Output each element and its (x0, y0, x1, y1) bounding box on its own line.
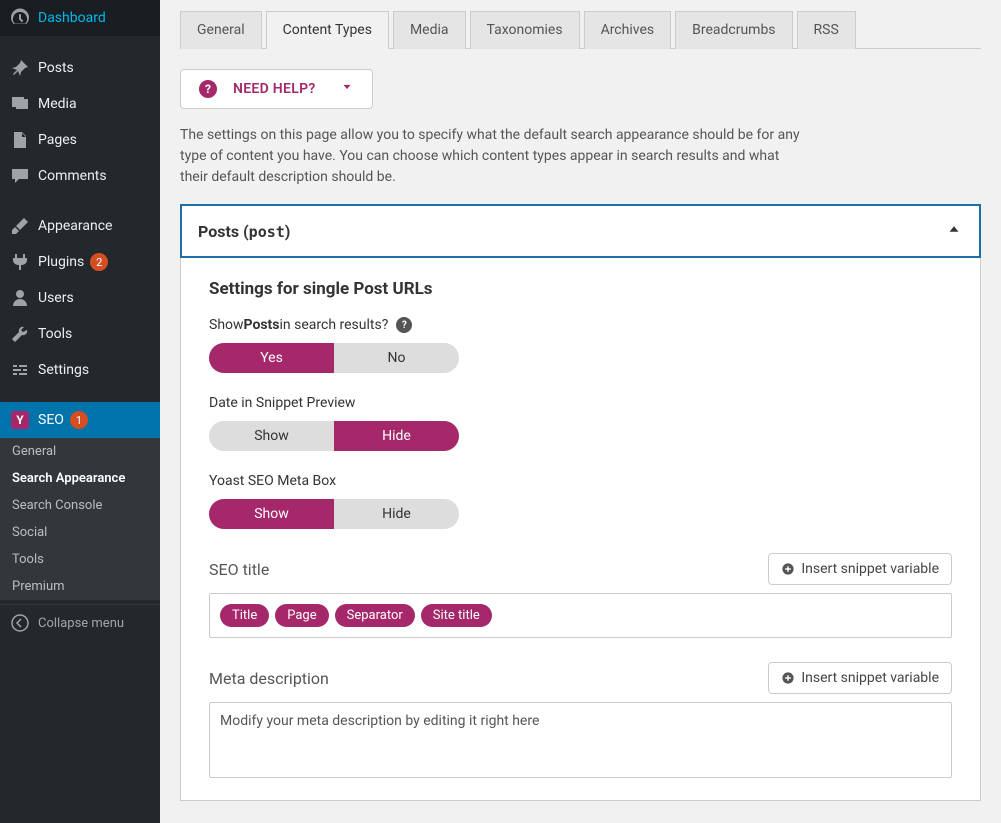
sub-premium[interactable]: Premium (0, 573, 160, 600)
nav-plugins-label: Plugins (38, 254, 84, 270)
brush-icon (10, 216, 30, 236)
plug-icon (10, 252, 30, 272)
tab-archives[interactable]: Archives (584, 11, 672, 49)
nav-dashboard[interactable]: Dashboard (0, 0, 160, 36)
nav-appearance-label: Appearance (38, 218, 112, 234)
collapse-icon (10, 613, 30, 633)
intro-text: The settings on this page allow you to s… (180, 125, 800, 188)
nav-users[interactable]: Users (0, 280, 160, 316)
meta-desc-label: Meta description (209, 669, 329, 688)
user-icon (10, 288, 30, 308)
plus-circle-icon (781, 671, 795, 685)
plugins-badge: 2 (90, 253, 108, 271)
tabs: General Content Types Media Taxonomies A… (180, 10, 981, 49)
insert-snippet-seo-title[interactable]: Insert snippet variable (768, 553, 952, 585)
meta-description-input[interactable]: Modify your meta description by editing … (209, 702, 952, 778)
opt-hide[interactable]: Hide (334, 421, 459, 451)
nav-tools[interactable]: Tools (0, 316, 160, 352)
sub-tools[interactable]: Tools (0, 546, 160, 573)
yoast-icon: Y (10, 410, 30, 430)
sliders-icon (10, 360, 30, 380)
tab-rss[interactable]: RSS (797, 11, 856, 49)
nav-media[interactable]: Media (0, 86, 160, 122)
show-in-results-toggle: Yes No (209, 343, 459, 373)
help-icon[interactable]: ? (396, 317, 412, 333)
opt-hide[interactable]: Hide (334, 499, 459, 529)
pin-icon (10, 58, 30, 78)
opt-yes[interactable]: Yes (209, 343, 334, 373)
media-icon (10, 94, 30, 114)
opt-no[interactable]: No (334, 343, 459, 373)
gauge-icon (10, 8, 30, 28)
question-icon: ? (199, 80, 217, 98)
opt-show[interactable]: Show (209, 499, 334, 529)
sub-search-console[interactable]: Search Console (0, 492, 160, 519)
collapse-menu[interactable]: Collapse menu (0, 604, 160, 641)
snippet-tag[interactable]: Separator (335, 604, 415, 627)
collapse-label: Collapse menu (38, 616, 124, 631)
need-help-label: NEED HELP? (233, 81, 316, 97)
show-in-results-label: Show Posts in search results? ? (209, 317, 952, 333)
nav-dashboard-label: Dashboard (38, 10, 106, 26)
nav-settings[interactable]: Settings (0, 352, 160, 388)
nav-comments[interactable]: Comments (0, 158, 160, 194)
meta-box-toggle: Show Hide (209, 499, 459, 529)
nav-appearance[interactable]: Appearance (0, 208, 160, 244)
posts-panel-header[interactable]: Posts (post) (180, 204, 981, 258)
snippet-tag[interactable]: Site title (421, 604, 492, 627)
nav-media-label: Media (38, 96, 77, 112)
insert-snippet-meta[interactable]: Insert snippet variable (768, 662, 952, 694)
tab-general[interactable]: General (180, 11, 262, 49)
date-snippet-label: Date in Snippet Preview (209, 395, 952, 411)
plus-circle-icon (781, 562, 795, 576)
panel-title: Posts (post) (198, 222, 290, 241)
comment-icon (10, 166, 30, 186)
opt-show[interactable]: Show (209, 421, 334, 451)
date-snippet-toggle: Show Hide (209, 421, 459, 451)
snippet-tag[interactable]: Title (220, 604, 269, 627)
sub-general[interactable]: General (0, 438, 160, 465)
chevron-up-icon (945, 220, 963, 242)
nav-tools-label: Tools (38, 326, 72, 342)
seo-title-label: SEO title (209, 560, 269, 579)
chevron-down-icon (340, 80, 354, 98)
sub-social[interactable]: Social (0, 519, 160, 546)
nav-seo[interactable]: Y SEO 1 (0, 402, 160, 438)
nav-settings-label: Settings (38, 362, 89, 378)
nav-comments-label: Comments (38, 168, 107, 184)
nav-posts[interactable]: Posts (0, 50, 160, 86)
tab-media[interactable]: Media (393, 11, 466, 49)
tab-content-types[interactable]: Content Types (266, 11, 389, 49)
meta-box-label: Yoast SEO Meta Box (209, 473, 952, 489)
seo-title-input[interactable]: Title Page Separator Site title (209, 593, 952, 638)
tab-taxonomies[interactable]: Taxonomies (470, 11, 580, 49)
nav-pages-label: Pages (38, 132, 77, 148)
posts-panel: Posts (post) Settings for single Post UR… (180, 204, 981, 801)
nav-users-label: Users (38, 290, 74, 306)
wrench-icon (10, 324, 30, 344)
nav-seo-label: SEO (38, 412, 64, 428)
nav-pages[interactable]: Pages (0, 122, 160, 158)
section-heading: Settings for single Post URLs (209, 279, 952, 299)
nav-plugins[interactable]: Plugins 2 (0, 244, 160, 280)
tab-breadcrumbs[interactable]: Breadcrumbs (675, 11, 792, 49)
snippet-tag[interactable]: Page (275, 604, 328, 627)
sub-search-appearance[interactable]: Search Appearance (0, 465, 160, 492)
nav-posts-label: Posts (38, 60, 74, 76)
need-help-button[interactable]: ? NEED HELP? (180, 69, 373, 109)
seo-badge: 1 (70, 411, 88, 429)
page-icon (10, 130, 30, 150)
